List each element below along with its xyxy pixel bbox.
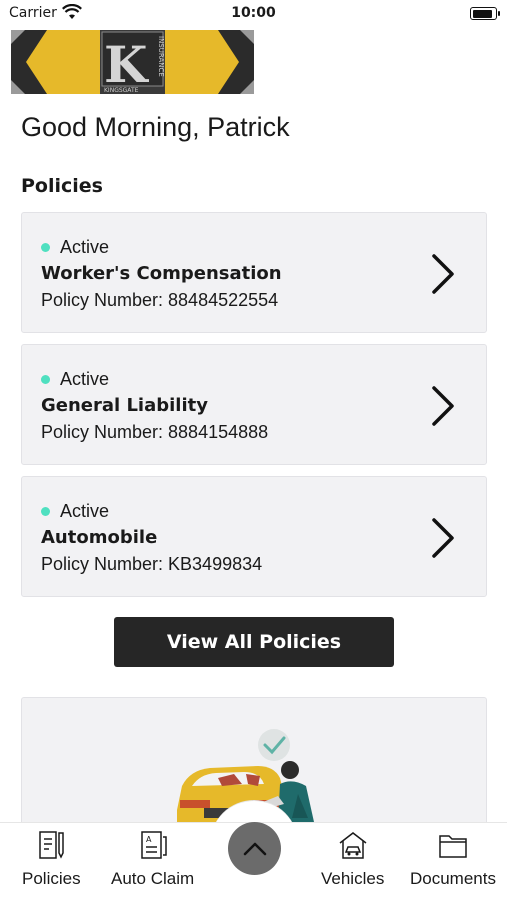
- tab-label: Documents: [410, 869, 496, 888]
- battery-icon: [470, 7, 500, 20]
- svg-text:INSURANCE: INSURANCE: [157, 36, 165, 77]
- tab-policies[interactable]: Policies: [22, 829, 81, 889]
- policy-name: Automobile: [41, 527, 158, 548]
- chevron-right-icon[interactable]: [430, 517, 456, 559]
- active-status-dot: [41, 375, 50, 384]
- svg-text:A: A: [146, 835, 152, 844]
- tab-auto-claim[interactable]: A Auto Claim: [111, 829, 194, 889]
- svg-text:K: K: [104, 35, 149, 94]
- policy-status-label: Active: [60, 237, 110, 257]
- view-all-policies-button[interactable]: View All Policies: [114, 617, 394, 667]
- policy-status: Active: [41, 237, 109, 258]
- claim-form-icon: A: [140, 831, 167, 859]
- chevron-right-icon[interactable]: [430, 253, 456, 295]
- expand-menu-button[interactable]: [228, 822, 281, 875]
- policy-status-label: Active: [60, 501, 110, 521]
- policy-status: Active: [41, 369, 109, 390]
- tab-label: Auto Claim: [111, 869, 195, 888]
- policy-name: Worker's Compensation: [41, 263, 282, 284]
- policy-card-automobile[interactable]: Active Automobile Policy Number: KB34998…: [21, 476, 487, 597]
- greeting-text: Good Morning, Patrick: [21, 112, 290, 142]
- chevron-up-icon: [243, 842, 266, 855]
- tab-documents[interactable]: Documents: [410, 829, 496, 889]
- status-bar: Carrier 10:00: [0, 0, 507, 28]
- policy-number: Policy Number: 88484522554: [41, 290, 279, 310]
- folder-icon: [439, 835, 467, 858]
- policy-number: Policy Number: KB3499834: [41, 554, 263, 574]
- policy-document-icon: [39, 831, 65, 859]
- clock: 10:00: [231, 5, 276, 21]
- tab-label: Vehicles: [321, 869, 385, 888]
- tab-vehicles[interactable]: Vehicles: [321, 829, 384, 889]
- company-logo: K INSURANCE KINGSGATE: [11, 30, 254, 94]
- policy-number: Policy Number: 8884154888: [41, 422, 269, 442]
- active-status-dot: [41, 243, 50, 252]
- policy-status-label: Active: [60, 369, 110, 389]
- policies-section-title: Policies: [21, 175, 103, 197]
- tab-label: Policies: [22, 869, 81, 888]
- policy-status: Active: [41, 501, 109, 522]
- svg-text:KINGSGATE: KINGSGATE: [104, 87, 139, 94]
- policy-card-workers-compensation[interactable]: Active Worker's Compensation Policy Numb…: [21, 212, 487, 333]
- active-status-dot: [41, 507, 50, 516]
- car-garage-icon: [339, 832, 367, 859]
- policy-name: General Liability: [41, 395, 208, 416]
- policy-card-general-liability[interactable]: Active General Liability Policy Number: …: [21, 344, 487, 465]
- chevron-right-icon[interactable]: [430, 385, 456, 427]
